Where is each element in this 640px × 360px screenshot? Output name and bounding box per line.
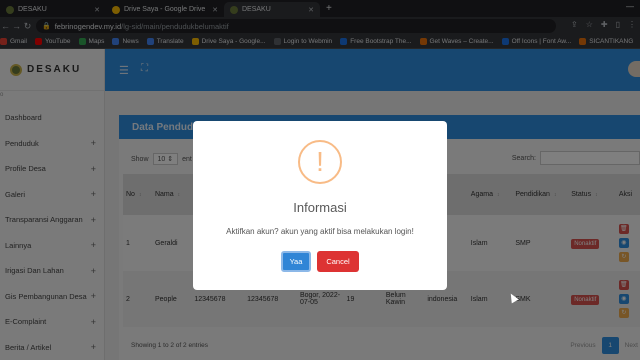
confirm-button[interactable]: Yaa: [281, 251, 311, 272]
dialog-message: Aktifkan akun? akun yang aktif bisa mela…: [226, 227, 414, 236]
dialog-buttons: Yaa Cancel: [193, 251, 447, 272]
dialog-title: Informasi: [293, 200, 347, 215]
cancel-button[interactable]: Cancel: [317, 251, 359, 272]
confirm-dialog: ! Informasi Aktifkan akun? akun yang akt…: [193, 121, 447, 290]
warning-icon: !: [298, 140, 342, 184]
